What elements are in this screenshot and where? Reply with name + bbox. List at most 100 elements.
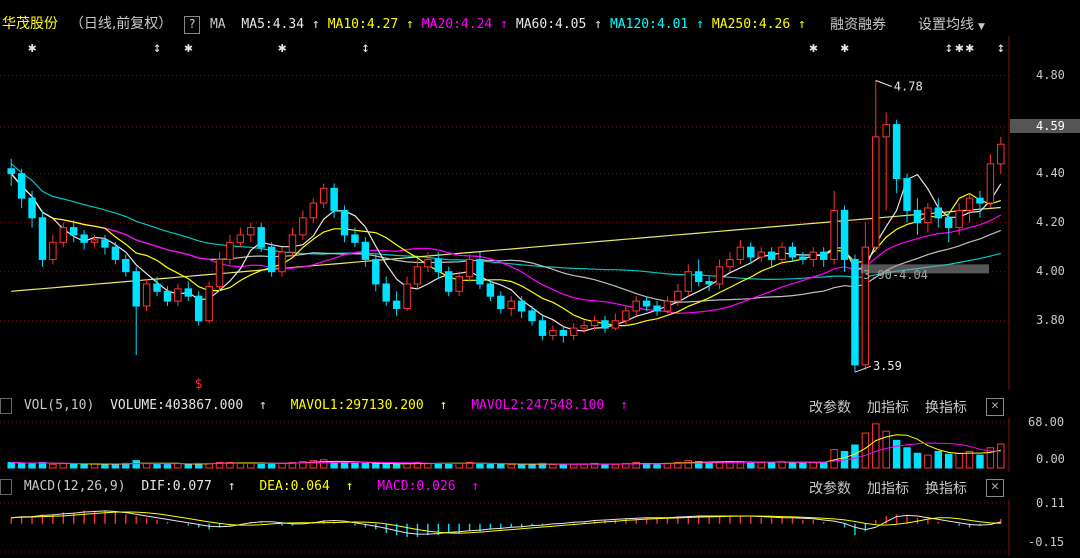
volume-bar-22 bbox=[236, 462, 245, 469]
candle-body-51 bbox=[538, 320, 547, 336]
candle-body-86 bbox=[903, 178, 911, 211]
ma-values: MA5:4.34 ↑ MA10:4.27 ↑ MA20:4.24 ↑ MA60:4.0… bbox=[241, 17, 813, 32]
candle-body-95 bbox=[997, 143, 1005, 165]
volume-bar-81 bbox=[851, 444, 859, 469]
macd-dea: DEA:0.064 ↑ bbox=[259, 479, 354, 494]
macd-chart[interactable] bbox=[0, 499, 1010, 556]
macd-switch-indicator-button[interactable]: 换指标 bbox=[925, 478, 967, 498]
vol-switch-indicator-button[interactable]: 换指标 bbox=[925, 397, 967, 417]
volume-chart[interactable] bbox=[0, 418, 1010, 472]
candle-body-74 bbox=[778, 246, 786, 260]
candle-body-21 bbox=[226, 241, 234, 260]
candle-body-64 bbox=[674, 290, 682, 302]
candle-body-17 bbox=[184, 288, 193, 297]
macd-close-button[interactable]: ✕ bbox=[986, 479, 1004, 497]
star-marker-5: ✱ bbox=[809, 40, 818, 56]
candle-body-22 bbox=[236, 234, 245, 243]
low-marker-line bbox=[854, 365, 872, 373]
candle-body-10 bbox=[111, 246, 120, 260]
price-chart[interactable]: 4.783.593.90-4.04✱ ↕ ✱ ✱ ↕ ✱ ✱ ↕ ✱ ✱ ↕$ bbox=[0, 36, 1010, 390]
volume-bar-14 bbox=[153, 463, 161, 469]
macd-params: MACD(12,26,9) bbox=[23, 479, 126, 494]
volume-bar-52 bbox=[549, 463, 557, 469]
period-label[interactable]: （日线,前复权） bbox=[70, 16, 172, 32]
margin-trading-button[interactable]: 融资融券 bbox=[830, 14, 886, 34]
price-tick-5: 3.80 bbox=[1036, 312, 1065, 327]
volume-bar-83 bbox=[872, 423, 880, 469]
candle-body-92 bbox=[965, 197, 974, 211]
volume-bar-6 bbox=[69, 463, 78, 469]
candle-body-9 bbox=[101, 239, 109, 248]
volume-bar-49 bbox=[517, 463, 526, 469]
settings-ma-button[interactable]: 设置均线 ▼ bbox=[918, 14, 985, 34]
volume-bar-79 bbox=[830, 449, 838, 469]
volume-bar-65 bbox=[684, 460, 693, 469]
chevron-down-icon: ▼ bbox=[978, 22, 985, 32]
ma-value-1: MA10:4.27 ↑ bbox=[327, 17, 414, 32]
volume-bar-10 bbox=[111, 463, 120, 469]
macd-box-icon[interactable] bbox=[0, 478, 12, 495]
volume-bar-76 bbox=[799, 461, 807, 469]
candle-body-73 bbox=[767, 251, 776, 260]
macd-tick-top: 0.11 bbox=[1036, 496, 1065, 510]
candle-body-48 bbox=[507, 300, 515, 309]
candle-body-24 bbox=[257, 227, 265, 248]
volume-bar-88 bbox=[924, 454, 932, 469]
star-marker-0: ✱ bbox=[28, 40, 37, 56]
candle-body-88 bbox=[924, 207, 932, 224]
candle-body-43 bbox=[455, 276, 463, 292]
candle-body-26 bbox=[278, 251, 286, 273]
candle-body-78 bbox=[819, 251, 828, 260]
volume-bar-25 bbox=[267, 462, 276, 469]
volume-bar-32 bbox=[340, 461, 349, 469]
volume-bar-46 bbox=[486, 463, 495, 469]
candle-body-42 bbox=[444, 271, 453, 292]
volume-bar-24 bbox=[257, 462, 265, 469]
vol-add-indicator-button[interactable]: 加指标 bbox=[867, 397, 909, 417]
volume-bar-58 bbox=[611, 463, 620, 469]
stock-name[interactable]: 华茂股份 bbox=[2, 16, 58, 32]
price-tick-4: 4.00 bbox=[1036, 263, 1065, 278]
macd-dif: DIF:0.077 ↑ bbox=[141, 479, 236, 494]
star-marker-6: ✱ bbox=[841, 40, 850, 56]
candle-body-57 bbox=[601, 320, 609, 329]
macd-change-params-button[interactable]: 改参数 bbox=[809, 478, 851, 498]
macd-tick-bottom: -0.15 bbox=[1028, 535, 1065, 549]
volume-bar-78 bbox=[819, 461, 828, 469]
volume-bar-37 bbox=[392, 463, 401, 469]
macd-axis: 0.11 -0.15 bbox=[1010, 496, 1080, 556]
vol-params: VOL(5,10) bbox=[23, 398, 95, 413]
macd-add-indicator-button[interactable]: 加指标 bbox=[867, 478, 909, 498]
vol-close-button[interactable]: ✕ bbox=[986, 398, 1004, 416]
candle-body-66 bbox=[694, 271, 703, 283]
candle-body-13 bbox=[142, 283, 151, 307]
candle-body-72 bbox=[757, 251, 765, 258]
volume-bar-87 bbox=[913, 452, 922, 469]
candle-body-55 bbox=[580, 325, 588, 329]
price-tick-1: 4.59 bbox=[1010, 119, 1080, 134]
candle-body-80 bbox=[840, 209, 849, 260]
star-marker-2: ✱ bbox=[184, 40, 193, 56]
candle-body-68 bbox=[715, 266, 724, 285]
volume-bar-2 bbox=[28, 462, 36, 469]
volume-bar-95 bbox=[997, 443, 1005, 469]
price-axis: 4.80 4.59 4.40 4.20 4.00 3.80 bbox=[1010, 36, 1080, 390]
candle-body-79 bbox=[830, 209, 838, 260]
volume-bar-33 bbox=[351, 462, 359, 469]
star-marker-8: ✱ bbox=[955, 40, 964, 56]
candle-body-19 bbox=[205, 285, 213, 322]
vol-change-params-button[interactable]: 改参数 bbox=[809, 397, 851, 417]
candle-body-45 bbox=[476, 258, 484, 285]
volume-bar-5 bbox=[59, 462, 68, 469]
candle-body-59 bbox=[622, 310, 630, 322]
candle-body-3 bbox=[38, 217, 47, 260]
ma-value-4: MA120:4.01 ↑ bbox=[609, 17, 704, 32]
ma-box[interactable]: ? bbox=[184, 16, 201, 34]
volume-bar-72 bbox=[757, 461, 765, 469]
ma-value-2: MA20:4.24 ↑ bbox=[421, 17, 508, 32]
panel-box-icon[interactable] bbox=[0, 397, 12, 414]
volume-bar-85 bbox=[892, 439, 901, 469]
candle-body-5 bbox=[59, 227, 68, 243]
price-tick-2: 4.40 bbox=[1036, 165, 1065, 180]
volume-bar-57 bbox=[601, 463, 609, 469]
